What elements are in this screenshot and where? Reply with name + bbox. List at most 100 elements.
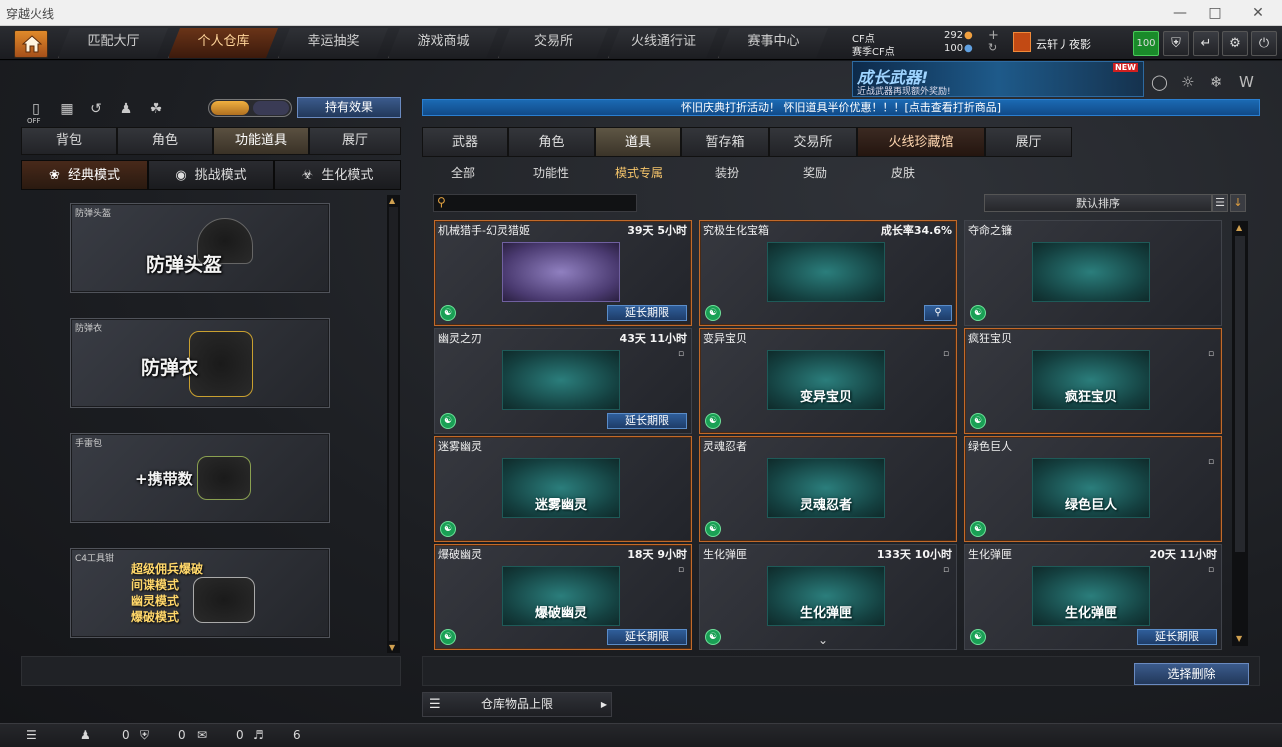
- tab-weapons[interactable]: 武器: [422, 127, 508, 157]
- item-card[interactable]: 变异宝贝 ▫ 变异宝贝 ☯: [699, 328, 957, 434]
- trash-icon[interactable]: ▫: [940, 564, 952, 576]
- history-icon[interactable]: ↺: [85, 98, 107, 120]
- mode-badge-icon: ☯: [970, 305, 986, 321]
- item-card-helmet[interactable]: 防弹头盔 防弹头盔: [70, 203, 330, 293]
- sort-order-icon[interactable]: ↓: [1230, 194, 1246, 212]
- close-button[interactable]: ✕: [1238, 2, 1278, 24]
- home-button[interactable]: [14, 30, 48, 58]
- subtab-functional[interactable]: 功能性: [508, 163, 594, 183]
- scroll-down-icon[interactable]: ▼: [389, 643, 395, 652]
- toggle-off-icon[interactable]: OFF ▯: [25, 98, 47, 125]
- return-icon[interactable]: ↵: [1193, 31, 1219, 56]
- inspect-icon[interactable]: ⚲: [924, 305, 952, 321]
- user-name[interactable]: 云轩丿夜影: [1036, 36, 1091, 52]
- trash-icon[interactable]: ▫: [1205, 564, 1217, 576]
- w-logo-icon[interactable]: W: [1239, 73, 1254, 91]
- tab-gallery[interactable]: 展厅: [985, 127, 1072, 157]
- medal-icon[interactable]: ◯: [1151, 73, 1168, 91]
- tab-battle-pass[interactable]: 火线通行证: [608, 28, 718, 58]
- tab-bag[interactable]: 背包: [21, 127, 117, 155]
- shield-icon[interactable]: ⛨: [1163, 31, 1189, 56]
- mode-challenge[interactable]: ◉ 挑战模式: [148, 160, 274, 190]
- subtab-all[interactable]: 全部: [420, 163, 506, 183]
- toggle-shield-icon[interactable]: [253, 101, 289, 115]
- tab-showroom[interactable]: 展厅: [309, 127, 401, 155]
- mode-classic[interactable]: ❀ 经典模式: [21, 160, 148, 190]
- trash-icon[interactable]: ▫: [675, 564, 687, 576]
- scroll-up-icon[interactable]: ▲: [389, 196, 395, 205]
- tab-match-lobby[interactable]: 匹配大厅: [58, 28, 168, 58]
- item-card-c4-tool[interactable]: C4工具钳 超级佣兵爆破 间谍模式 幽灵模式 爆破模式: [70, 548, 330, 638]
- chevron-down-icon[interactable]: ⌄: [818, 633, 828, 647]
- item-card[interactable]: 机械猎手-幻灵猎姬 39天 5小时 ☯ 延长期限: [434, 220, 692, 326]
- tab-roles[interactable]: 角色: [508, 127, 595, 157]
- tab-events[interactable]: 赛事中心: [718, 28, 828, 58]
- item-card[interactable]: 灵魂忍者 灵魂忍者 ☯: [699, 436, 957, 542]
- subtab-mode-exclusive[interactable]: 模式专属: [596, 163, 682, 183]
- refresh-icon[interactable]: ↻: [988, 41, 997, 54]
- left-scroll-thumb[interactable]: [389, 207, 398, 641]
- tab-temp-box[interactable]: 暂存箱: [681, 127, 769, 157]
- scroll-down-icon[interactable]: ▼: [1236, 634, 1242, 643]
- toggle-character-icon[interactable]: [211, 101, 249, 115]
- tab-trade[interactable]: 交易所: [769, 127, 857, 157]
- search-icon: ⚲: [437, 195, 446, 209]
- tab-items[interactable]: 道具: [595, 127, 681, 157]
- tab-collection[interactable]: 火线珍藏馆: [857, 127, 985, 157]
- pet-icon[interactable]: ☘: [145, 98, 167, 120]
- scroll-up-icon[interactable]: ▲: [1236, 223, 1242, 232]
- subtab-skin[interactable]: 皮肤: [860, 163, 946, 183]
- friends-icon[interactable]: ♟: [80, 728, 91, 742]
- item-card[interactable]: 绿色巨人 ▫ 绿色巨人 ☯: [964, 436, 1222, 542]
- item-card[interactable]: 生化弹匣 133天 10小时 ▫ 生化弹匣 ☯ ⌄: [699, 544, 957, 650]
- character-icon[interactable]: ♟: [115, 98, 137, 120]
- globe-icon[interactable]: ☼: [1181, 73, 1194, 91]
- tab-game-mall[interactable]: 游戏商城: [388, 28, 498, 58]
- mode-zombie[interactable]: ☣ 生化模式: [274, 160, 401, 190]
- search-input[interactable]: ⚲: [433, 194, 637, 212]
- trash-icon[interactable]: ▫: [940, 348, 952, 360]
- settings-icon[interactable]: ⚙: [1222, 31, 1248, 56]
- trash-icon[interactable]: ▫: [1205, 348, 1217, 360]
- extend-button[interactable]: 延长期限: [1137, 629, 1217, 645]
- tab-personal-storage[interactable]: 个人仓库: [168, 28, 278, 58]
- chat-icon[interactable]: ✉: [197, 728, 207, 742]
- tab-character[interactable]: 角色: [117, 127, 213, 155]
- tab-lucky-draw[interactable]: 幸运抽奖: [278, 28, 388, 58]
- discount-banner[interactable]: 怀旧庆典打折活动！ 怀旧道具半价优惠！！！[点击查看打折商品]: [422, 99, 1260, 116]
- menu-icon[interactable]: ☰: [26, 728, 37, 742]
- item-card[interactable]: 生化弹匣 20天 11小时 ▫ 生化弹匣 ☯ 延长期限: [964, 544, 1222, 650]
- select-delete-button[interactable]: 选择删除: [1134, 663, 1249, 685]
- extend-button[interactable]: 延长期限: [607, 629, 687, 645]
- item-card[interactable]: 夺命之镰 ☯: [964, 220, 1222, 326]
- item-card[interactable]: 究极生化宝箱 成长率34.6% ☯ ⚲: [699, 220, 957, 326]
- holding-effect-button[interactable]: 持有效果: [297, 97, 401, 118]
- item-card[interactable]: 爆破幽灵 18天 9小时 ▫ 爆破幽灵 ☯ 延长期限: [434, 544, 692, 650]
- view-toggle[interactable]: [208, 99, 292, 117]
- tab-function-items[interactable]: 功能道具: [213, 127, 309, 155]
- subtab-outfit[interactable]: 装扮: [684, 163, 770, 183]
- promo-banner[interactable]: 成长武器! 近战武器再现额外奖励! NEW: [852, 61, 1144, 97]
- item-card-grenade-pack[interactable]: 手雷包 +携带数: [70, 433, 330, 523]
- subtab-reward[interactable]: 奖励: [772, 163, 858, 183]
- trash-icon[interactable]: ▫: [1205, 456, 1217, 468]
- stats-icon[interactable]: ▦: [56, 98, 78, 120]
- tab-exchange[interactable]: 交易所: [498, 28, 608, 58]
- minimize-button[interactable]: —: [1160, 2, 1200, 24]
- list-view-icon[interactable]: ☰: [1212, 194, 1228, 212]
- badge-icon[interactable]: ❄: [1210, 73, 1223, 91]
- power-icon[interactable]: ⏻: [1251, 31, 1277, 56]
- item-card[interactable]: 疯狂宝贝 ▫ 疯狂宝贝 ☯: [964, 328, 1222, 434]
- extend-button[interactable]: 延长期限: [607, 413, 687, 429]
- volume-icon[interactable]: ♬: [253, 728, 264, 742]
- right-scroll-thumb[interactable]: [1235, 236, 1245, 552]
- item-card-armor[interactable]: 防弹衣 防弹衣: [70, 318, 330, 408]
- item-card[interactable]: 幽灵之刃 43天 11小时 ▫ ☯ 延长期限: [434, 328, 692, 434]
- item-card[interactable]: 迷雾幽灵 迷雾幽灵 ☯: [434, 436, 692, 542]
- shield-status-icon[interactable]: ⛨: [140, 728, 149, 743]
- extend-button[interactable]: 延长期限: [607, 305, 687, 321]
- sort-dropdown[interactable]: 默认排序: [984, 194, 1212, 212]
- storage-limit-button[interactable]: ☰ 仓库物品上限 ▶: [422, 692, 612, 717]
- maximize-button[interactable]: □: [1195, 2, 1235, 24]
- trash-icon[interactable]: ▫: [675, 348, 687, 360]
